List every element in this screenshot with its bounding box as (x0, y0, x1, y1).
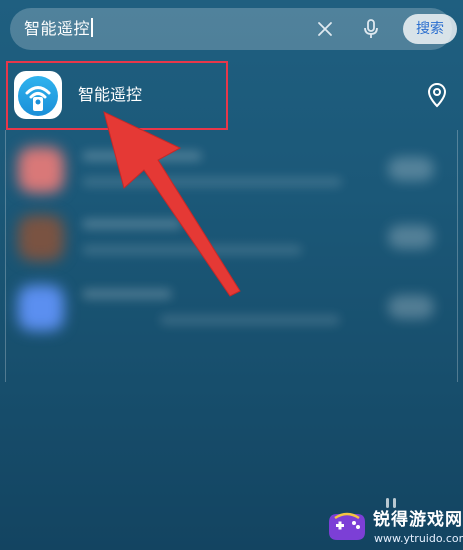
blurred-app-icon (18, 215, 64, 261)
blurred-title (82, 289, 172, 299)
more-dots-icon (386, 498, 396, 508)
blurred-title (82, 151, 202, 161)
blurred-app-icon (18, 147, 64, 193)
remote-wifi-app-icon[interactable] (14, 71, 62, 119)
microphone-icon[interactable] (360, 17, 382, 41)
close-icon[interactable] (314, 18, 336, 40)
blurred-action-button[interactable] (388, 225, 434, 249)
blurred-action-button[interactable] (388, 157, 434, 181)
blurred-subtitle (160, 315, 340, 325)
search-bar[interactable]: 智能遥控 搜索 (10, 8, 457, 50)
blurred-subtitle (82, 245, 302, 255)
search-input[interactable]: 智能遥控 (24, 18, 93, 40)
watermark-logo-icon (325, 508, 369, 544)
blurred-title (82, 219, 182, 229)
app-name[interactable]: 智能遥控 (78, 85, 142, 105)
search-button[interactable]: 搜索 (403, 14, 457, 44)
watermark-name: 锐得游戏网 (373, 510, 463, 530)
list-item[interactable] (0, 135, 463, 205)
search-query: 智能遥控 (24, 19, 91, 38)
list-item[interactable] (0, 275, 463, 345)
blurred-app-icon (18, 285, 64, 331)
location-pin-icon[interactable] (426, 82, 448, 108)
blurred-action-button[interactable] (388, 295, 434, 319)
blurred-subtitle (82, 177, 342, 187)
watermark-url: www.ytruido.com (374, 532, 463, 545)
text-caret (91, 18, 93, 37)
list-item[interactable] (0, 205, 463, 275)
